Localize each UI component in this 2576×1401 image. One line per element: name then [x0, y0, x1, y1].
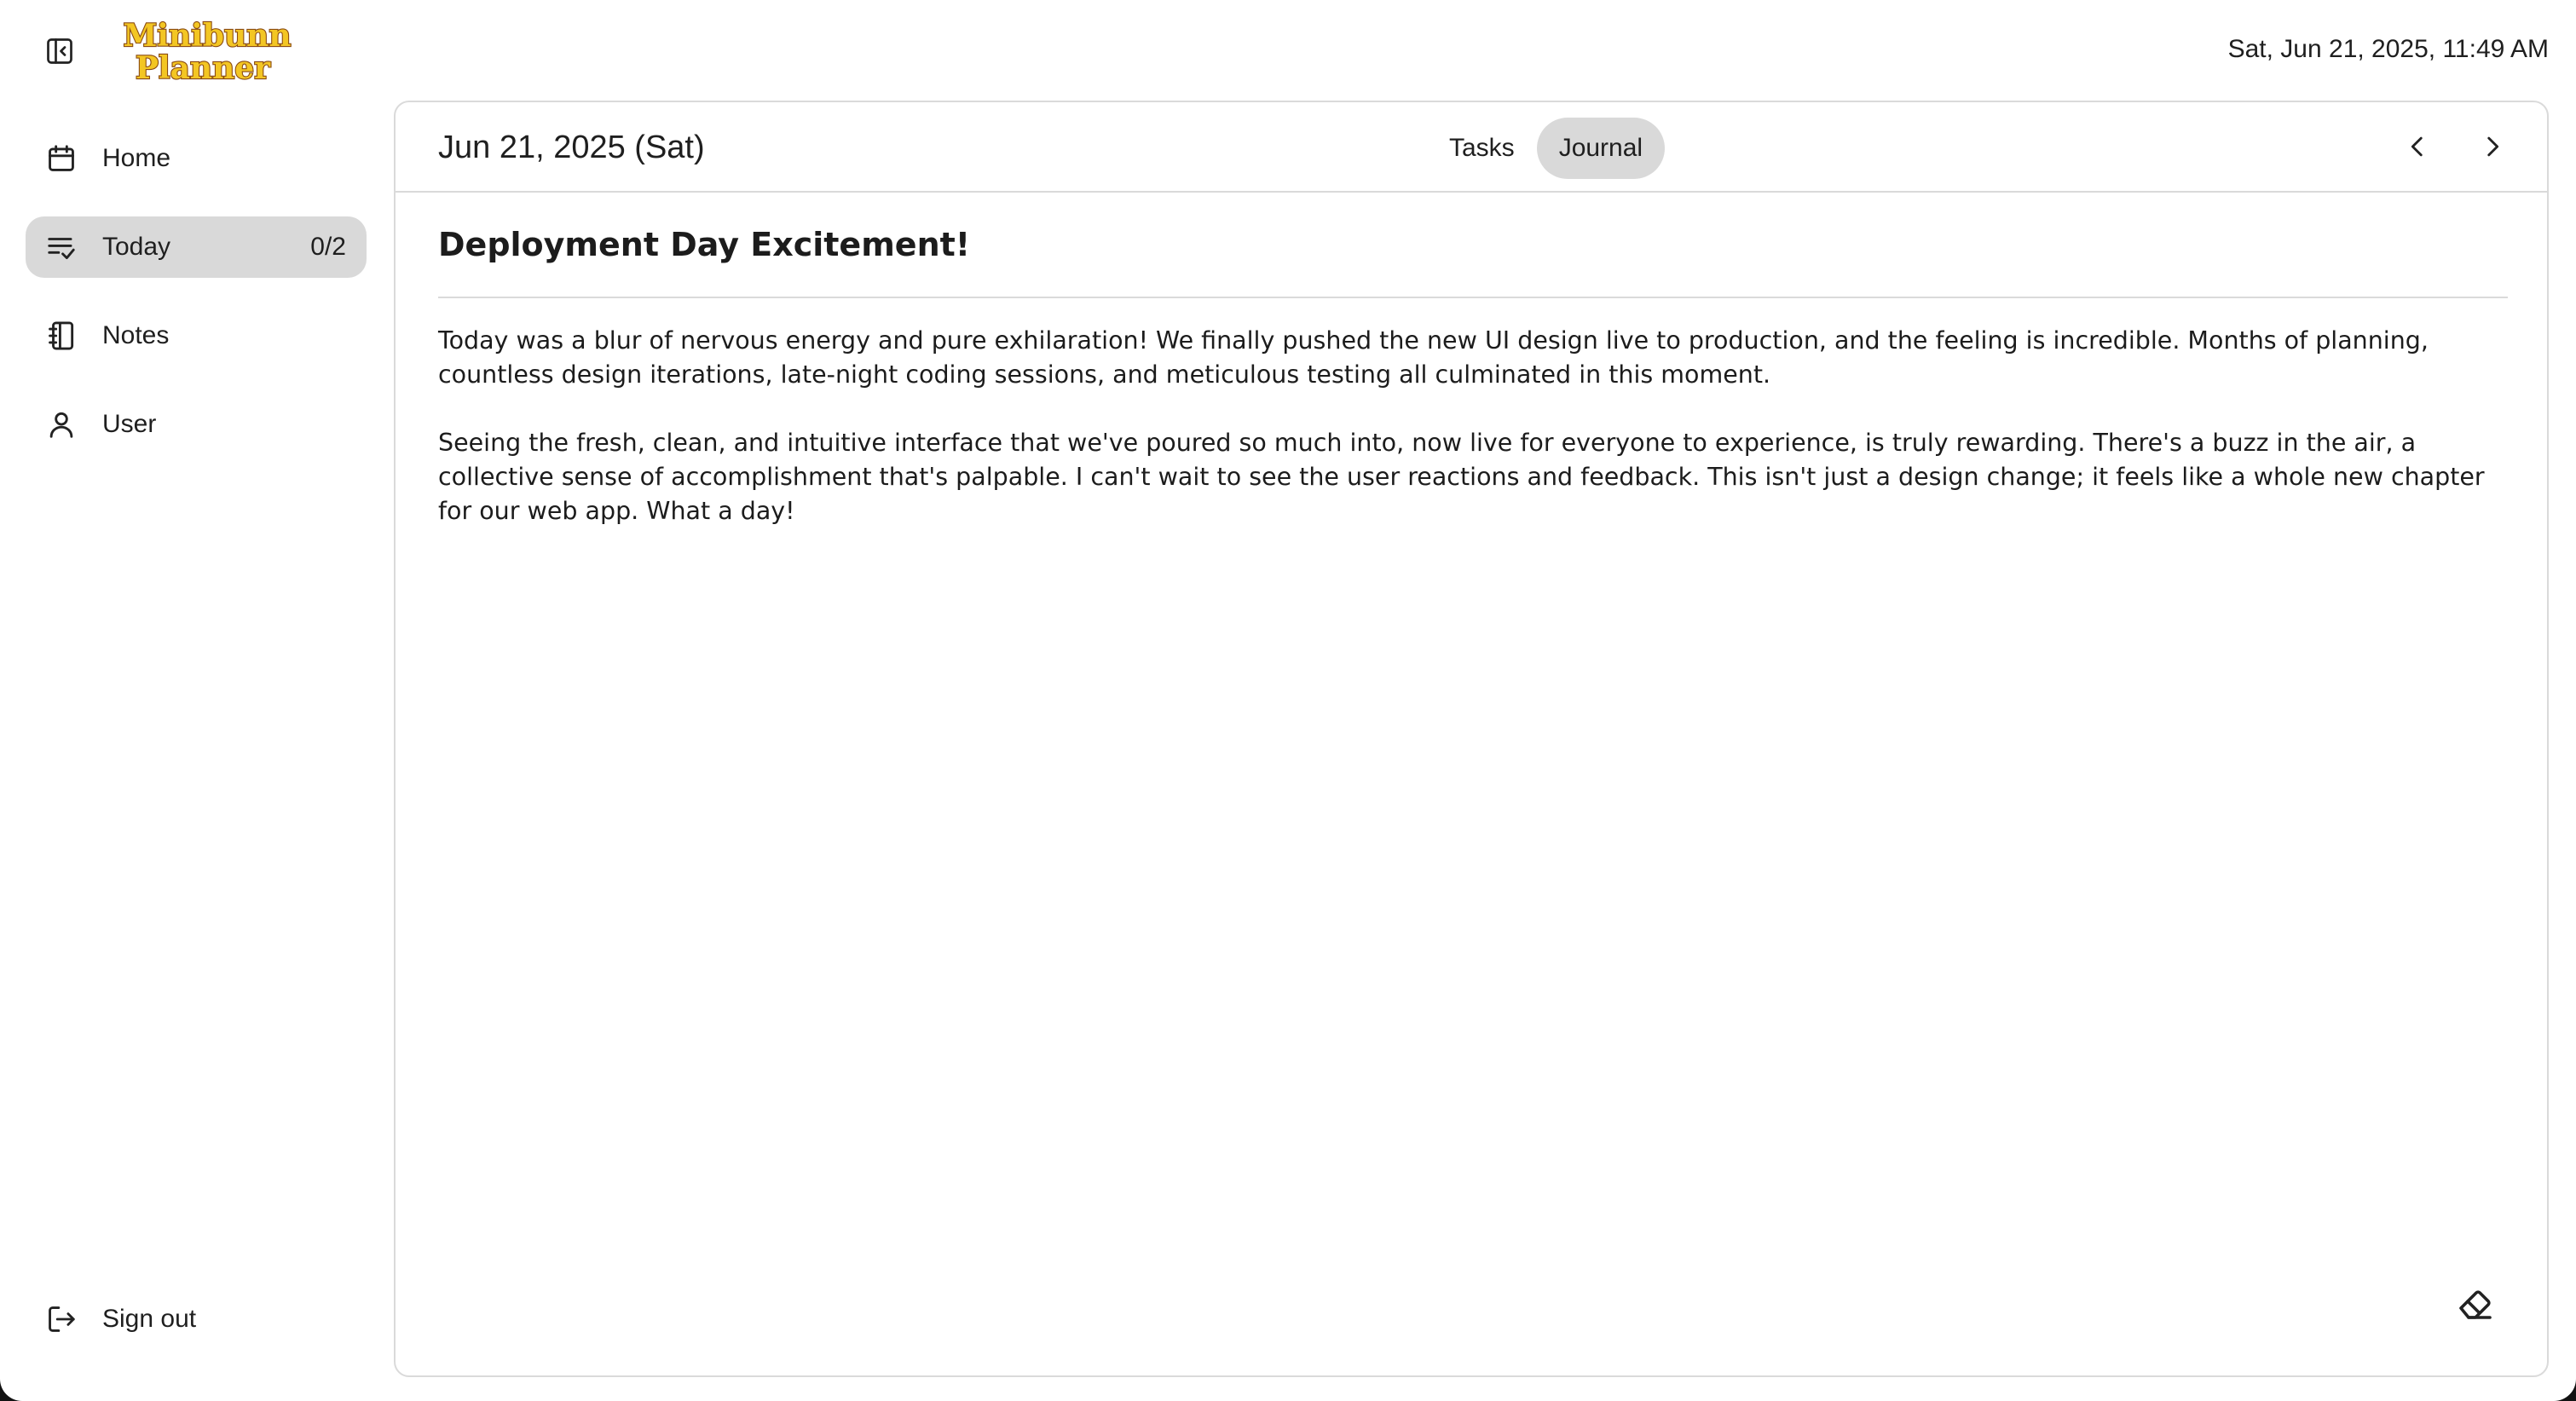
journal-title[interactable]: Deployment Day Excitement! — [438, 193, 2508, 298]
logo-text-line1: Minibunn — [123, 18, 291, 54]
card-header: Jun 21, 2025 (Sat) Tasks Journal — [396, 102, 2547, 193]
user-icon — [44, 407, 78, 441]
next-day-button[interactable] — [2472, 126, 2513, 167]
sidebar-item-user[interactable]: User — [26, 394, 367, 455]
journal-card: Jun 21, 2025 (Sat) Tasks Journal Deploym… — [394, 101, 2549, 1377]
tab-tasks[interactable]: Tasks — [1427, 118, 1537, 179]
sign-out-button[interactable]: Sign out — [26, 1289, 367, 1350]
journal-paragraph: Seeing the fresh, clean, and intuitive i… — [438, 429, 2485, 525]
sidebar-collapse-icon — [47, 38, 72, 64]
sidebar-toggle-button[interactable] — [41, 32, 78, 70]
previous-day-button[interactable] — [2397, 126, 2438, 167]
current-datetime: Sat, Jun 21, 2025, 11:49 AM — [2227, 35, 2549, 63]
journal-body[interactable]: Today was a blur of nervous energy and p… — [438, 324, 2508, 528]
sidebar-item-notes[interactable]: Notes — [26, 305, 367, 366]
sidebar-item-label: Notes — [102, 321, 170, 349]
sidebar-item-label: User — [102, 410, 157, 438]
checklist-icon — [44, 230, 78, 264]
sign-out-label: Sign out — [102, 1305, 197, 1333]
selected-date: Jun 21, 2025 (Sat) — [438, 130, 705, 165]
logo-text-line2: Planner — [136, 50, 271, 85]
app-window: Minibunn Planner Sat, Jun 21, 2025, 11:4… — [0, 0, 2576, 1401]
sign-out-icon — [44, 1302, 78, 1336]
journal-editor[interactable]: Deployment Day Excitement! Today was a b… — [438, 193, 2508, 562]
notebook-icon — [44, 319, 78, 353]
sidebar-item-today[interactable]: Today 0/2 — [26, 216, 367, 278]
sidebar-item-home[interactable]: Home — [26, 128, 367, 189]
chevron-left-icon — [2411, 136, 2423, 157]
chevron-right-icon — [2487, 136, 2499, 157]
eraser-icon — [2459, 1290, 2492, 1319]
journal-paragraph: Today was a blur of nervous energy and p… — [438, 326, 2429, 389]
today-task-count: 0/2 — [310, 233, 346, 261]
date-navigation — [2397, 126, 2513, 167]
calendar-icon — [44, 141, 78, 176]
sidebar-nav: Home Today 0/2 Notes User — [26, 128, 367, 482]
tab-journal[interactable]: Journal — [1536, 118, 1666, 179]
view-tabs: Tasks Journal — [1427, 118, 1666, 179]
minibunn-planner-logo: Minibunn Planner — [122, 17, 292, 85]
clear-journal-button[interactable] — [2452, 1280, 2499, 1328]
sidebar-item-label: Home — [102, 144, 171, 172]
sidebar-item-label: Today — [102, 233, 171, 261]
